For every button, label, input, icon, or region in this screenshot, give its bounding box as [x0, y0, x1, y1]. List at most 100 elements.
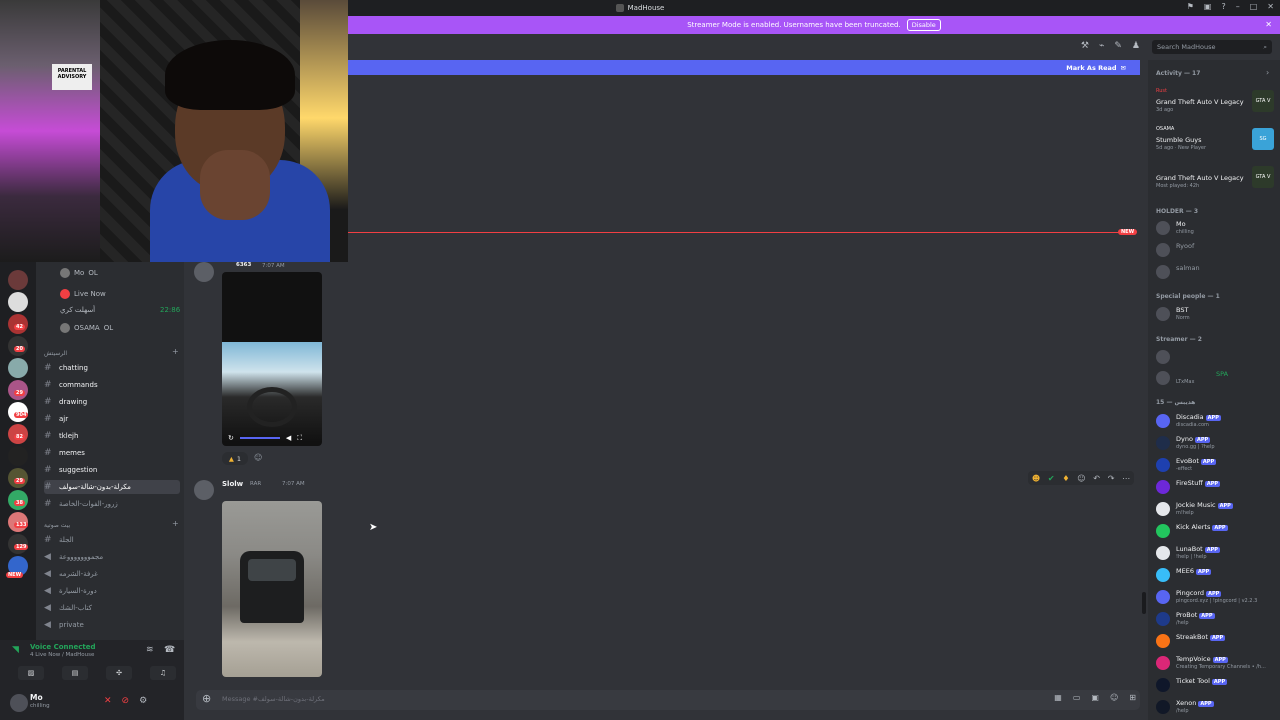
voice-channel[interactable]: ◀ مجموووووووعة: [44, 550, 180, 564]
add-reaction-icon[interactable]: ☺: [254, 453, 262, 462]
activity-card[interactable]: OSAMA Stumble Guys 5d ago · New Player S…: [1156, 126, 1274, 158]
add-attachment-icon[interactable]: ⊕: [202, 692, 211, 705]
threads-icon[interactable]: ⚒: [1081, 41, 1089, 51]
soundboard-icon[interactable]: ♫: [150, 666, 176, 680]
gif-icon[interactable]: ▭: [1073, 693, 1081, 702]
thumbs-up-icon[interactable]: ♦: [1062, 474, 1069, 483]
check-icon[interactable]: ✔: [1048, 474, 1055, 483]
voice-user[interactable]: أسهلت كري: [60, 306, 95, 314]
image-attachment[interactable]: [222, 501, 322, 677]
video-progress-bar[interactable]: [239, 437, 280, 439]
voice-channel[interactable]: ◀ private: [44, 618, 180, 632]
gift-icon[interactable]: ▦: [1054, 693, 1062, 702]
member-item[interactable]: EvoBot APP -effect: [1156, 457, 1276, 475]
member-item[interactable]: Xenon APP/help: [1156, 699, 1276, 717]
channel-private-links[interactable]: # زرور-الفوات-الخاصة: [44, 497, 180, 511]
reply-icon[interactable]: ↶: [1093, 474, 1100, 483]
channel-chatting[interactable]: # chatting: [44, 361, 180, 375]
maximize-icon[interactable]: □: [1250, 2, 1258, 11]
channel-active[interactable]: # مكرلة-بدون-شالة-سولف: [44, 480, 180, 494]
camera-off-icon[interactable]: ▨: [18, 666, 44, 680]
more-icon[interactable]: ⋯: [1122, 474, 1130, 483]
close-icon[interactable]: ✕: [1265, 20, 1272, 29]
minimize-icon[interactable]: –: [1236, 2, 1240, 11]
add-channel-icon[interactable]: +: [172, 347, 179, 356]
voice-user[interactable]: Live Now: [60, 289, 106, 299]
sticker-icon[interactable]: ▣: [1091, 693, 1099, 702]
member-item[interactable]: Kick Alerts APP: [1156, 523, 1276, 541]
member-item[interactable]: MEE6 APP: [1156, 567, 1276, 585]
add-reaction-icon[interactable]: ☺: [1077, 474, 1085, 483]
chevron-right-icon[interactable]: ›: [1266, 68, 1269, 77]
member-item[interactable]: BST Norm: [1156, 306, 1276, 324]
mute-icon[interactable]: ✕: [104, 696, 112, 706]
member-item[interactable]: Pingcord APP pingcord.xyz | !pingcord | v2…: [1156, 589, 1276, 607]
apps-icon[interactable]: ⊞: [1129, 693, 1136, 702]
voice-user[interactable]: Mo OL: [60, 268, 98, 278]
voice-channel[interactable]: ◀ غرفة-الشرمه: [44, 567, 180, 581]
server-icon[interactable]: [8, 446, 28, 466]
voice-user[interactable]: OSAMA OL: [60, 323, 113, 333]
gear-icon[interactable]: ⚙: [139, 696, 147, 706]
channel-commands[interactable]: # commands: [44, 378, 180, 392]
member-item[interactable]: FireStuff APP: [1156, 479, 1276, 497]
channel-suggestion[interactable]: # suggestion: [44, 463, 180, 477]
inbox-icon[interactable]: ⚑: [1187, 2, 1194, 11]
member-item[interactable]: Ryoof: [1156, 242, 1276, 260]
video-attachment[interactable]: [222, 272, 322, 446]
avatar[interactable]: [194, 480, 214, 500]
voice-channel[interactable]: ◀ كتاب-الشك: [44, 601, 180, 615]
channel-tklejh[interactable]: # tklejh: [44, 429, 180, 443]
channel-drawing[interactable]: # drawing: [44, 395, 180, 409]
reaction-chip[interactable]: ▲ 1: [222, 452, 248, 465]
avatar[interactable]: [194, 262, 214, 282]
scrollbar[interactable]: [1142, 592, 1146, 614]
member-item[interactable]: salman: [1156, 264, 1276, 282]
disconnect-icon[interactable]: ☎: [164, 645, 175, 655]
member-item[interactable]: SPA LTxMax: [1156, 370, 1276, 388]
volume-icon[interactable]: ◀: [286, 434, 291, 442]
channel-memes[interactable]: # memes: [44, 446, 180, 460]
channel-ajr[interactable]: # ajr: [44, 412, 180, 426]
member-item[interactable]: Ticket Tool APP: [1156, 677, 1276, 695]
activity-card[interactable]: Grand Theft Auto V Legacy Most played: 4…: [1156, 164, 1274, 196]
activities-icon[interactable]: ✣: [106, 666, 132, 680]
add-channel-icon[interactable]: +: [172, 519, 179, 528]
emoji-icon[interactable]: ☻: [1032, 474, 1040, 483]
notification-icon[interactable]: ⌁: [1099, 41, 1104, 51]
category-header[interactable]: بيت صوتية: [44, 522, 70, 529]
message-author[interactable]: Slolw: [222, 480, 243, 488]
new-messages-bar[interactable]: Mark As Read ✉: [348, 60, 1140, 75]
member-item[interactable]: Discadia APP discadia.com: [1156, 413, 1276, 431]
voice-channel[interactable]: # الجلة: [44, 533, 180, 547]
category-header[interactable]: الرسيتش: [44, 350, 67, 357]
message-author[interactable]: 6363: [236, 262, 251, 268]
forward-icon[interactable]: ↷: [1108, 474, 1115, 483]
disable-streamer-button[interactable]: Disable: [906, 19, 941, 31]
activity-card[interactable]: Rust Grand Theft Auto V Legacy 3d ago GT…: [1156, 88, 1274, 120]
search-input[interactable]: Search MadHouse ⌕: [1152, 40, 1272, 54]
noise-suppression-icon[interactable]: ≋: [146, 645, 154, 655]
voice-status[interactable]: Voice Connected: [30, 643, 96, 651]
user-name[interactable]: Mo: [30, 693, 43, 702]
member-item[interactable]: StreakBot APP: [1156, 633, 1276, 651]
server-icon[interactable]: [8, 292, 28, 312]
member-item[interactable]: Jockie Music APP m!help: [1156, 501, 1276, 519]
fullscreen-icon[interactable]: ⛶: [297, 434, 302, 443]
server-icon[interactable]: [8, 358, 28, 378]
member-item[interactable]: LunaBot APP !help | !help: [1156, 545, 1276, 563]
voice-channel[interactable]: ◀ دورة-السيارة: [44, 584, 180, 598]
deafen-icon[interactable]: ⊘: [122, 696, 130, 706]
member-item[interactable]: Mo chilling: [1156, 220, 1276, 238]
server-icon[interactable]: [8, 270, 28, 290]
replay-icon[interactable]: ↻: [228, 434, 234, 442]
member-item[interactable]: TempVoice APP Creating Temporary Channels …: [1156, 655, 1276, 673]
screen-icon[interactable]: ▣: [1204, 2, 1212, 11]
mark-as-read-button[interactable]: Mark As Read: [1066, 64, 1116, 72]
help-icon[interactable]: ?: [1221, 2, 1225, 11]
pin-icon[interactable]: ✎: [1114, 41, 1122, 51]
screen-share-icon[interactable]: ▤: [62, 666, 88, 680]
message-input[interactable]: ⊕ Message #مكرلة-بدون-شالة-سولف ▦ ▭ ▣ ☺ …: [196, 690, 1140, 710]
member-item[interactable]: [1156, 349, 1276, 367]
member-item[interactable]: Dyno APP dyno.gg | ?help: [1156, 435, 1276, 453]
